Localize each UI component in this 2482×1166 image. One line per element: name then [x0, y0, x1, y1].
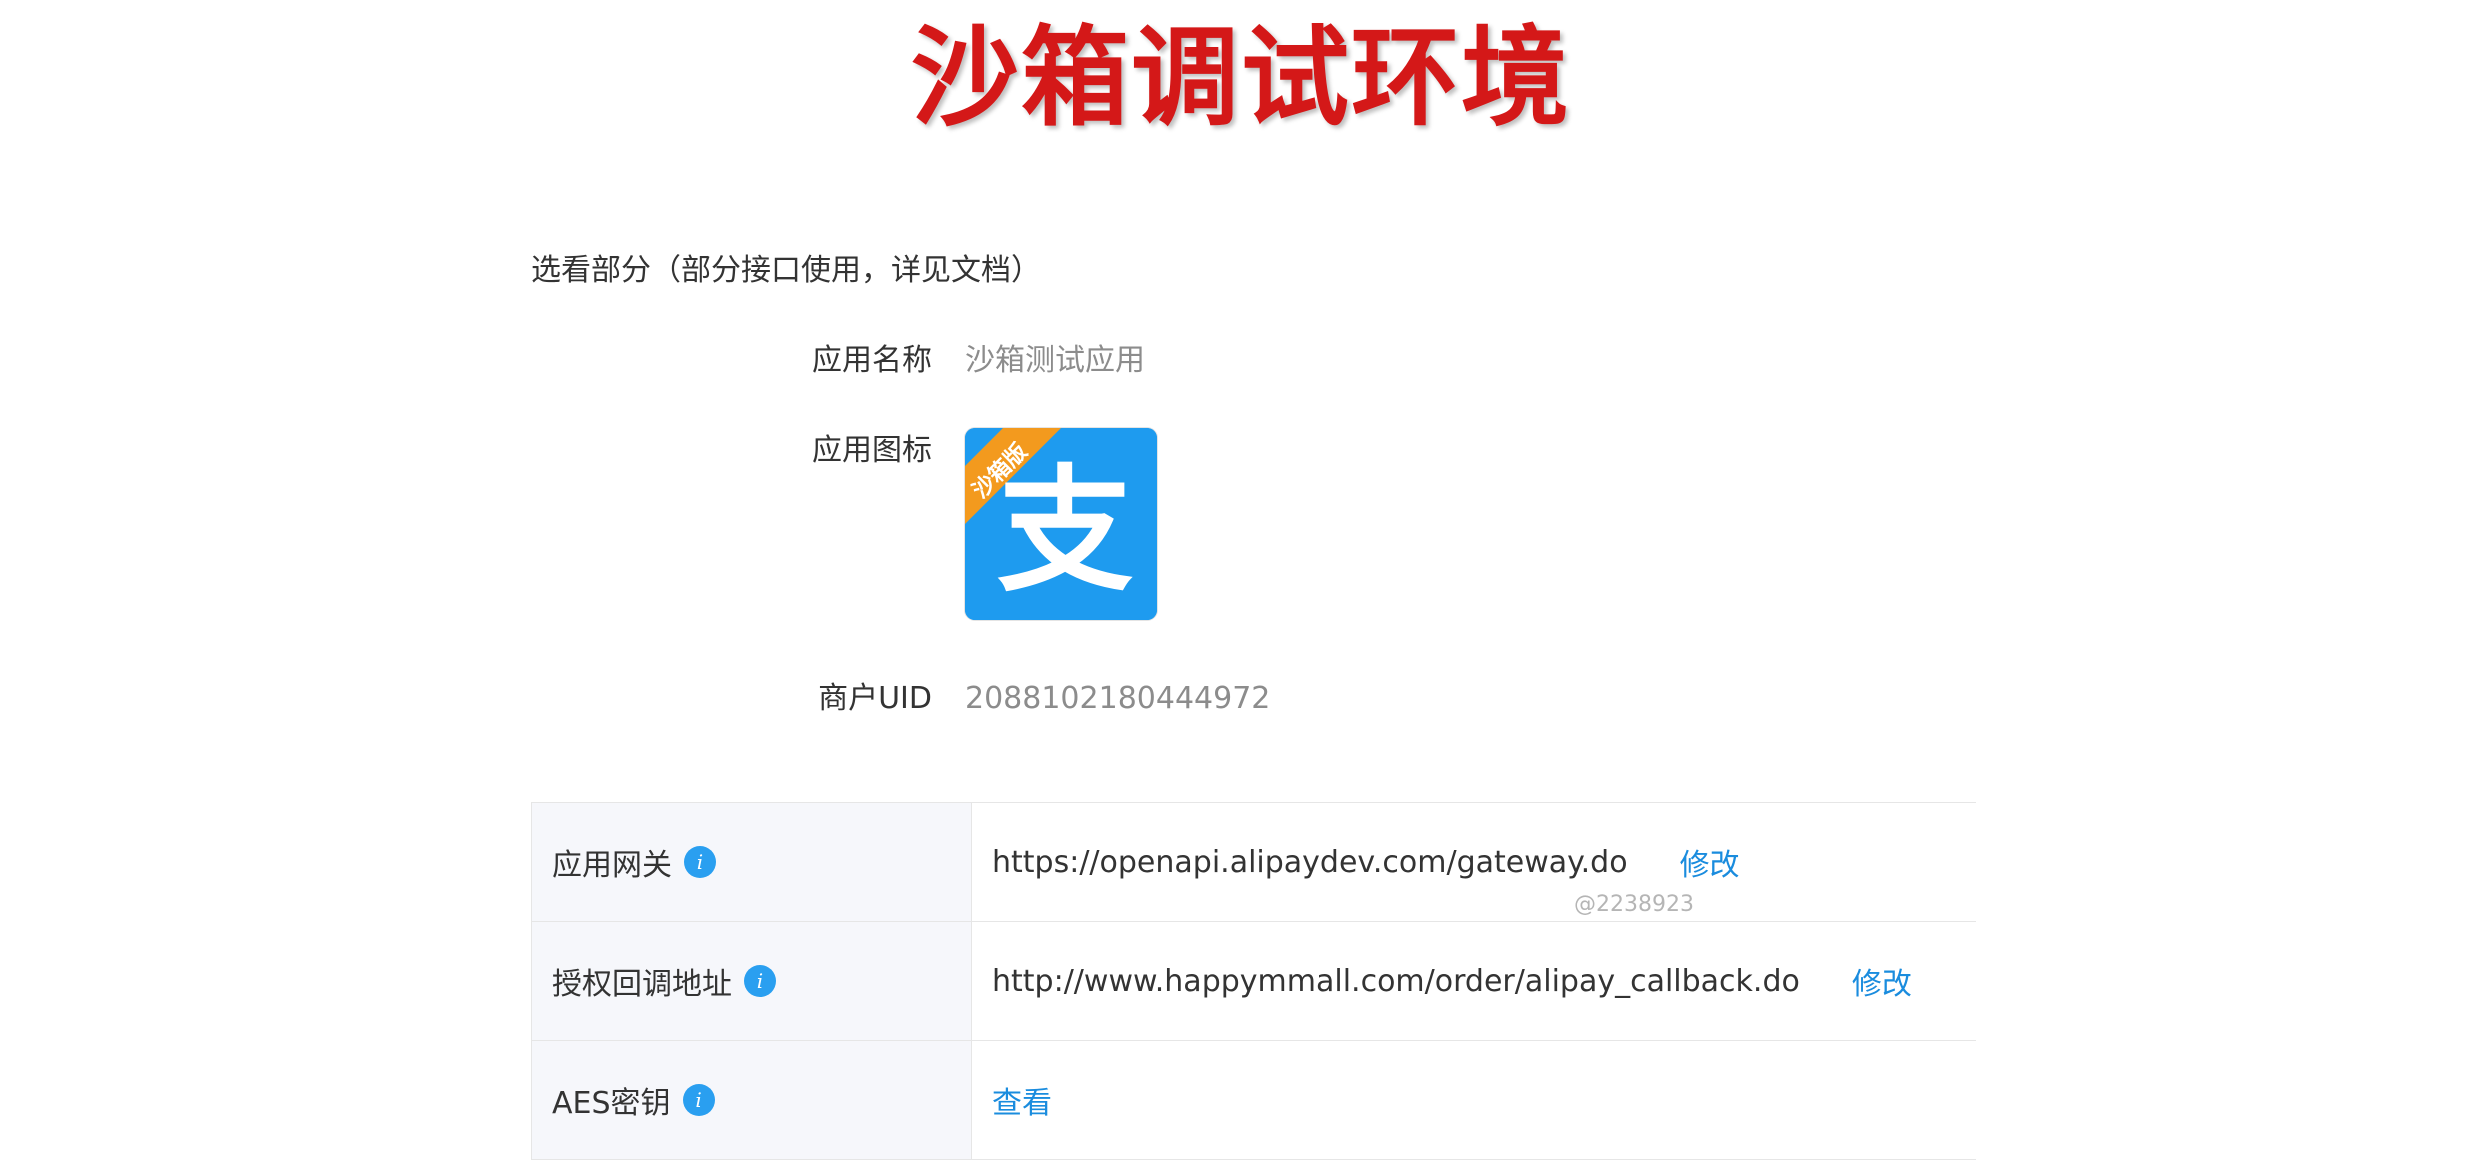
- watermark: @2238923: [1574, 892, 1694, 917]
- callback-label-cell: 授权回调地址 i: [532, 922, 972, 1040]
- section-heading: 选看部分（部分接口使用，详见文档）: [531, 253, 1041, 288]
- alipay-glyph: 支: [997, 453, 1133, 611]
- table-row-callback: 授权回调地址 i http://www.happymmall.com/order…: [532, 922, 1976, 1041]
- alipay-sandbox-icon: 沙箱版 支: [965, 428, 1157, 620]
- banner-title: 沙箱调试环境: [910, 16, 1571, 141]
- app-name-value: 沙箱测试应用: [965, 343, 1145, 378]
- aes-value-cell: 查看: [972, 1041, 1976, 1159]
- view-aes-key-link[interactable]: 查看: [992, 1078, 1052, 1122]
- info-icon[interactable]: i: [744, 965, 776, 997]
- gateway-url: https://openapi.alipaydev.com/gateway.do: [992, 844, 1628, 880]
- callback-label: 授权回调地址: [552, 967, 732, 1002]
- gateway-label: 应用网关: [552, 848, 672, 883]
- callback-url: http://www.happymmall.com/order/alipay_c…: [992, 963, 1800, 999]
- edit-gateway-link[interactable]: 修改: [1680, 840, 1740, 884]
- gateway-value-cell: https://openapi.alipaydev.com/gateway.do…: [972, 803, 1976, 921]
- info-icon[interactable]: i: [684, 846, 716, 878]
- table-row-aes-key: AES密钥 i 查看: [532, 1041, 1976, 1160]
- edit-callback-link[interactable]: 修改: [1852, 959, 1912, 1003]
- app-icon-label: 应用图标: [812, 433, 932, 468]
- gateway-label-cell: 应用网关 i: [532, 803, 972, 921]
- merchant-uid-value: 2088102180444972: [965, 681, 1271, 716]
- aes-label-cell: AES密钥 i: [532, 1041, 972, 1159]
- table-row-gateway: 应用网关 i https://openapi.alipaydev.com/gat…: [532, 803, 1976, 922]
- settings-table: 应用网关 i https://openapi.alipaydev.com/gat…: [531, 802, 1976, 1160]
- info-icon[interactable]: i: [682, 1084, 715, 1116]
- app-name-label: 应用名称: [812, 343, 932, 378]
- aes-key-label: AES密钥: [552, 1086, 671, 1121]
- callback-value-cell: http://www.happymmall.com/order/alipay_c…: [972, 922, 1976, 1040]
- merchant-uid-label: 商户UID: [818, 681, 932, 716]
